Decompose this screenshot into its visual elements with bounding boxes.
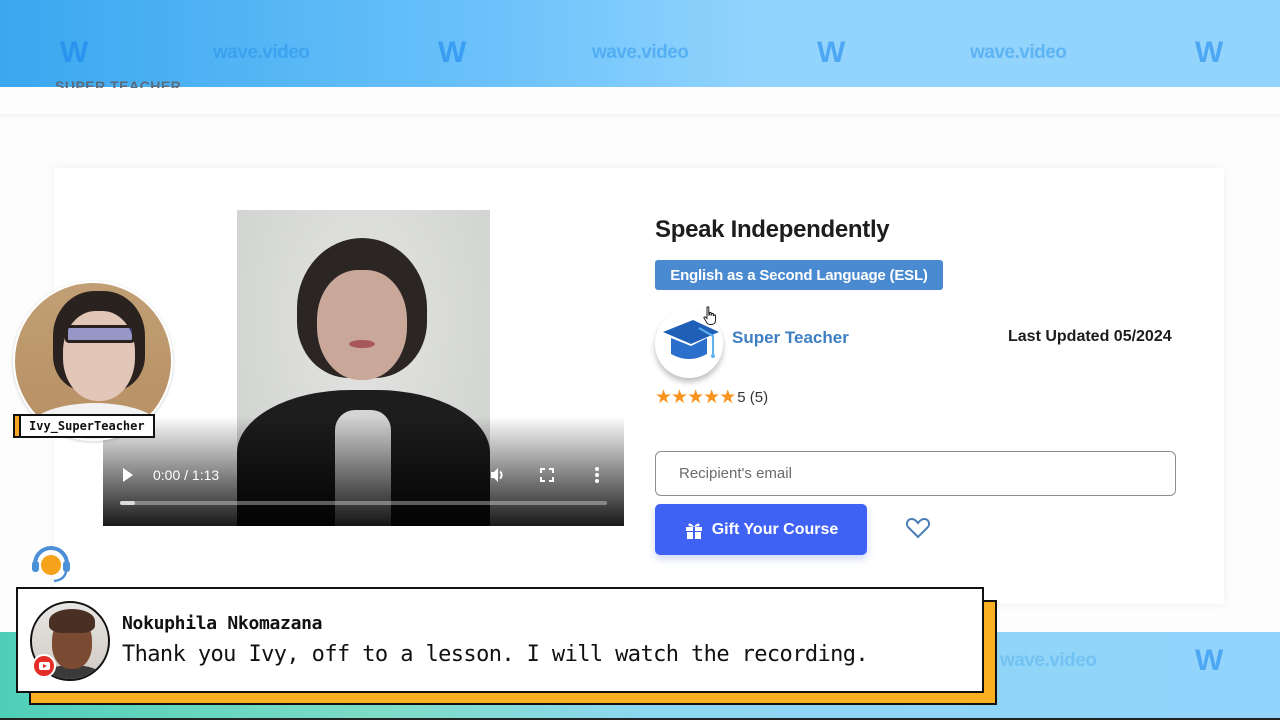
course-title: Speak Independently: [655, 216, 890, 243]
host-name-tag: Ivy_SuperTeacher: [13, 414, 155, 438]
recipient-email-input[interactable]: [655, 451, 1176, 496]
watermark-text: wave.video: [1000, 650, 1097, 671]
wave-logo-icon: W: [60, 36, 88, 69]
watermark-text: wave.video: [213, 42, 310, 63]
host-glasses: [65, 325, 135, 343]
watermark-text: wave.video: [970, 42, 1067, 63]
comment-text: Thank you Ivy, off to a lesson. I will w…: [122, 642, 869, 667]
wave-logo-icon: W: [817, 36, 845, 69]
rating-stars: ★ ★ ★ ★ ★ 5 (5): [655, 388, 768, 407]
gift-course-button[interactable]: Gift Your Course: [655, 504, 867, 555]
video-time: 0:00 / 1:13: [153, 467, 220, 483]
play-icon[interactable]: [123, 468, 133, 482]
more-options-icon[interactable]: [594, 466, 600, 484]
fullscreen-icon[interactable]: [540, 468, 554, 482]
video-progress-fill: [120, 501, 135, 505]
category-badge[interactable]: English as a Second Language (ESL): [655, 260, 943, 290]
live-comment: Nokuphila Nkomazana Thank you Ivy, off t…: [16, 587, 984, 693]
presenter-face: [317, 270, 407, 380]
presenter-lips: [349, 340, 375, 348]
hand-cursor-icon: [703, 306, 716, 325]
star-icon: ★: [703, 387, 721, 408]
video-player[interactable]: 0:00 / 1:13: [103, 210, 624, 526]
wave-logo-icon: W: [1195, 644, 1223, 677]
volume-icon[interactable]: [489, 466, 507, 484]
top-watermark-banner: W wave.video W wave.video W wave.video W: [0, 0, 1280, 87]
gift-course-label: Gift Your Course: [711, 520, 839, 538]
nav-divider: [0, 114, 1280, 118]
comment-author: Nokuphila Nkomazana: [122, 613, 323, 634]
star-icon: ★: [671, 387, 689, 408]
wishlist-heart-icon[interactable]: [905, 516, 931, 540]
teacher-name-link[interactable]: Super Teacher: [732, 328, 849, 348]
video-progress-bar[interactable]: [120, 501, 607, 505]
youtube-icon: [32, 654, 56, 678]
gift-icon: [685, 523, 702, 539]
rating-label: 5 (5): [737, 389, 769, 406]
host-name: Ivy_SuperTeacher: [29, 419, 145, 433]
star-icon: ★: [719, 387, 737, 408]
watermark-text: wave.video: [592, 42, 689, 63]
stream-stage: W wave.video W wave.video W wave.video W…: [0, 0, 1280, 720]
wave-logo-icon: W: [438, 36, 466, 69]
wave-logo-icon: W: [1195, 36, 1223, 69]
site-logo[interactable]: SUPER TEACHER: [55, 78, 181, 88]
last-updated: Last Updated 05/2024: [1008, 328, 1172, 345]
star-icon: ★: [655, 387, 673, 408]
commenter-hair: [49, 609, 95, 633]
support-headset-icon[interactable]: [28, 544, 74, 584]
star-icon: ★: [687, 387, 705, 408]
